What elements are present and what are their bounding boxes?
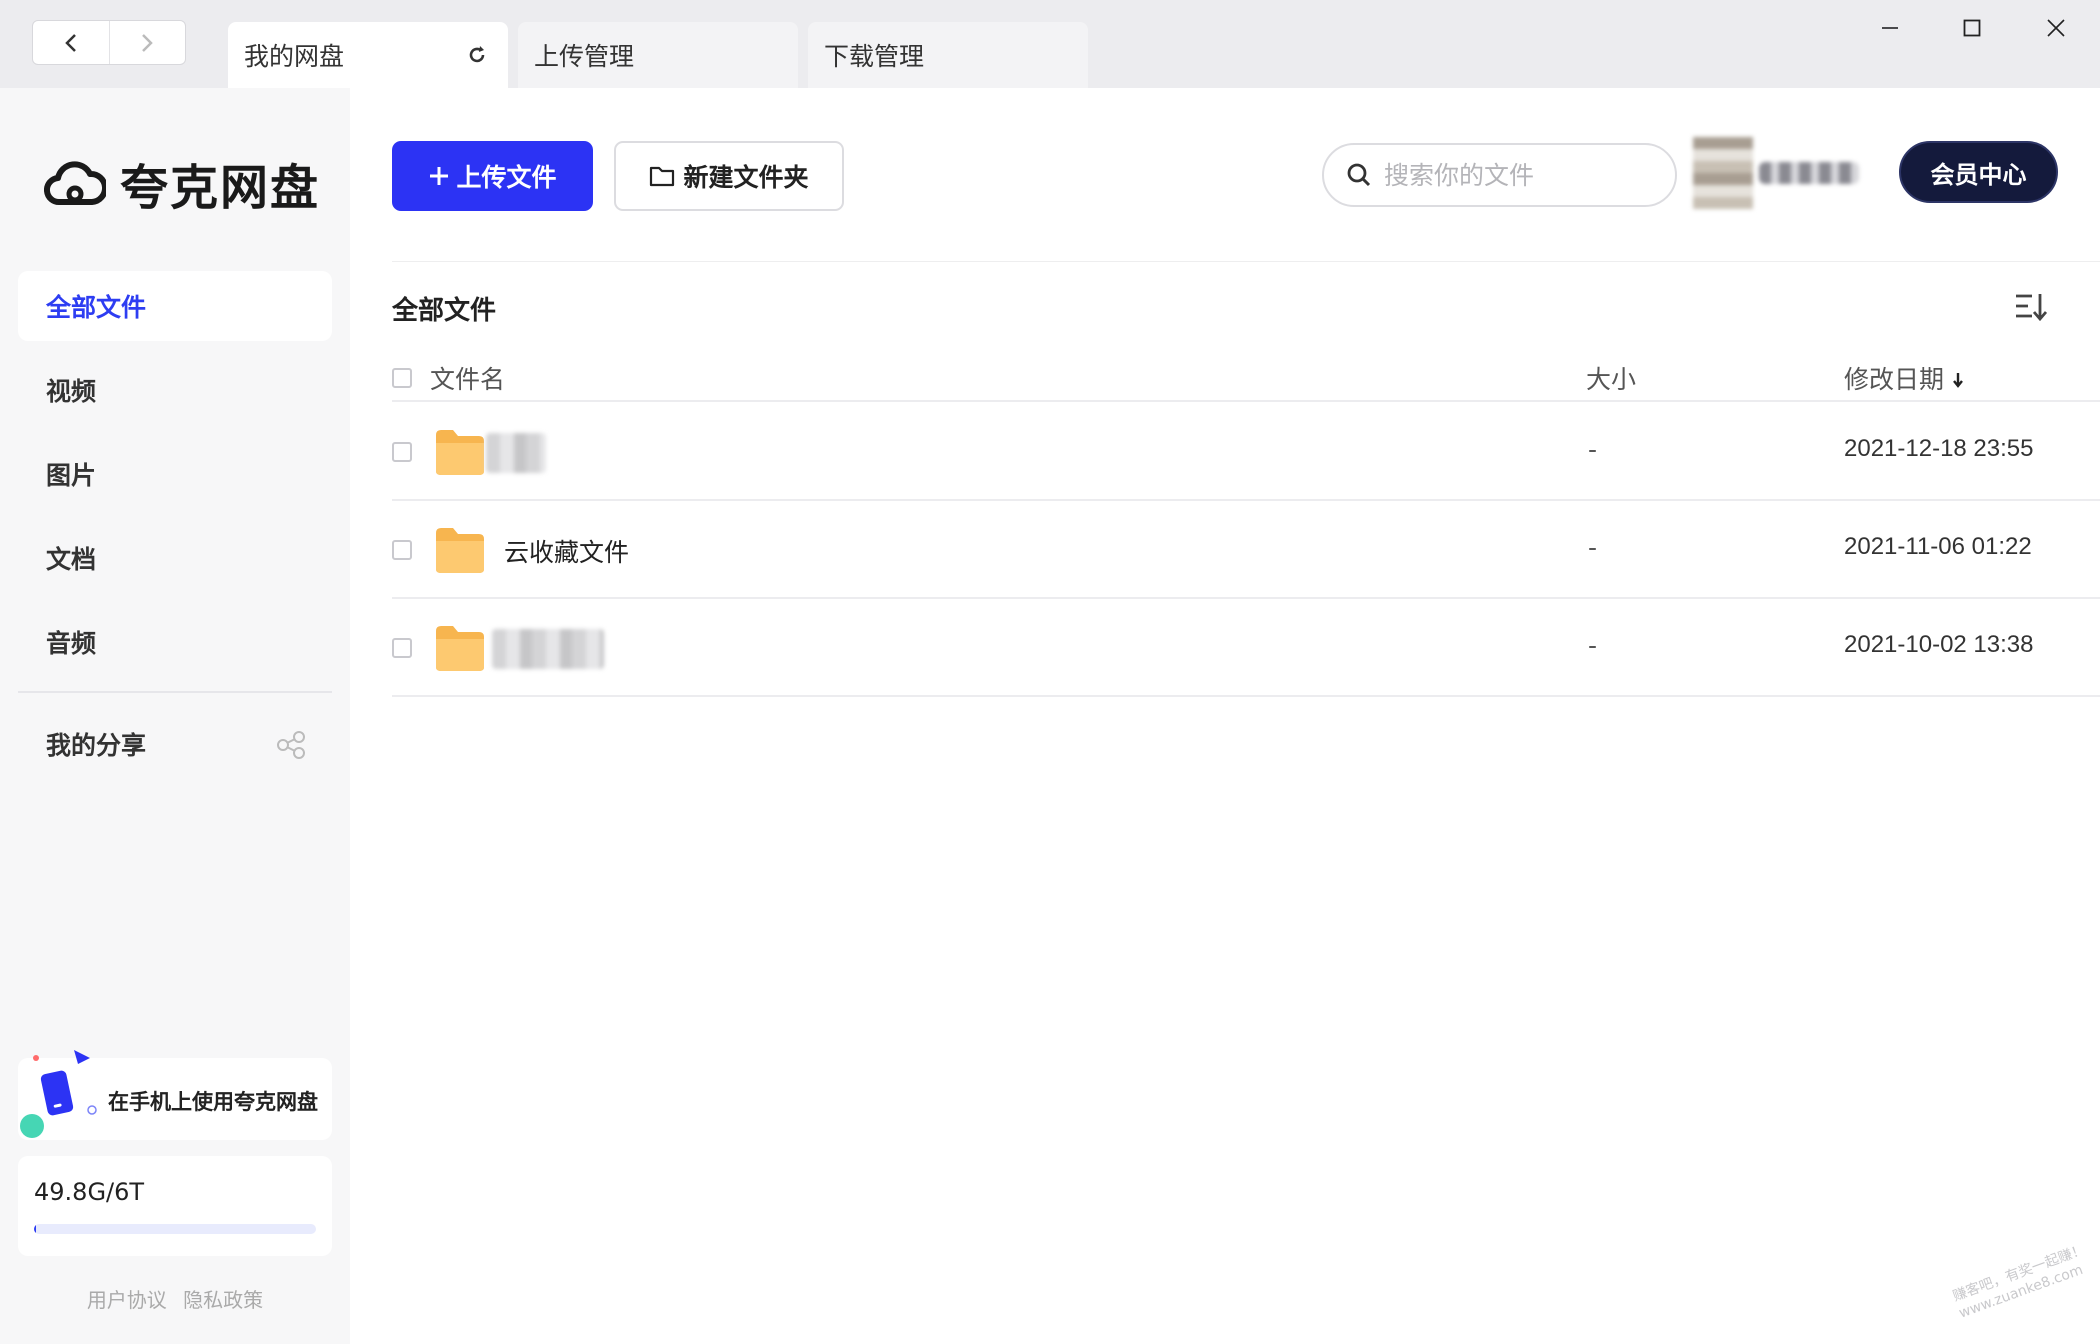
close-button[interactable]: [2026, 10, 2086, 46]
arrow-down-icon: [1953, 373, 1963, 388]
mobile-app-promo[interactable]: 在手机上使用夸克网盘: [18, 1050, 332, 1140]
column-name-header[interactable]: 文件名: [430, 360, 505, 396]
file-size: -: [1588, 533, 1598, 562]
new-folder-label: 新建文件夹: [683, 163, 809, 192]
sidebar-item-label: 视频: [46, 377, 97, 406]
new-folder-button[interactable]: 新建文件夹: [614, 141, 844, 211]
maximize-icon: [1963, 19, 1981, 37]
sidebar-item-video[interactable]: 视频: [18, 355, 332, 425]
sidebar-item-label: 图片: [46, 461, 97, 490]
storage-progress-fill: [34, 1224, 37, 1234]
folder-icon: [436, 430, 484, 475]
table-header: 文件名 大小 修改日期: [392, 356, 2100, 402]
minimize-button[interactable]: [1860, 10, 1920, 46]
back-button[interactable]: [33, 21, 109, 64]
file-date: 2021-11-06 01:22: [1844, 533, 2032, 560]
avatar-image: [1693, 137, 1753, 209]
share-icon: [277, 731, 305, 759]
column-size-header[interactable]: 大小: [1586, 360, 1636, 396]
folder-icon: [436, 528, 484, 573]
row-checkbox[interactable]: [392, 638, 412, 658]
cloud-logo-icon: [44, 161, 106, 206]
tab-label: 上传管理: [534, 42, 635, 71]
vip-center-button[interactable]: 会员中心: [1899, 141, 2058, 203]
sidebar-item-my-share[interactable]: 我的分享: [18, 709, 332, 779]
toolbar-divider: [392, 261, 2100, 262]
chevron-right-icon: [142, 33, 154, 52]
blurred-filename: [486, 433, 546, 473]
close-icon: [2047, 19, 2065, 37]
sidebar-divider: [18, 691, 332, 693]
sidebar-item-label: 我的分享: [46, 731, 147, 760]
column-date-header[interactable]: 修改日期: [1844, 360, 1964, 396]
vip-label: 会员中心: [1930, 160, 2027, 189]
refresh-icon[interactable]: [466, 44, 488, 66]
app-name: 夸克网盘: [120, 160, 321, 216]
search-box[interactable]: [1322, 143, 1677, 207]
history-nav: [32, 20, 186, 65]
storage-panel[interactable]: 49.8G/6T: [18, 1156, 332, 1256]
row-checkbox[interactable]: [392, 442, 412, 462]
tab-label: 下载管理: [824, 42, 925, 71]
app-logo: 夸克网盘: [44, 148, 320, 218]
upload-file-button[interactable]: 上传文件: [392, 141, 593, 211]
phone-illustration-icon: [20, 1050, 97, 1138]
footer-links: 用户协议 隐私政策: [0, 1284, 350, 1313]
tab-label: 我的网盘: [244, 42, 345, 71]
plus-icon: [430, 167, 449, 185]
sidebar-item-all-files[interactable]: 全部文件: [18, 271, 332, 341]
sidebar: 夸克网盘 全部文件 视频 图片 文档 音频 我的分享 在手机上使用夸克网盘 49…: [0, 88, 350, 1344]
column-date-label: 修改日期: [1844, 365, 1945, 394]
title-bar: 我的网盘 上传管理 下载管理: [0, 0, 2100, 88]
page-title: 全部文件: [392, 296, 497, 326]
file-date: 2021-10-02 13:38: [1844, 631, 2034, 658]
select-all-checkbox[interactable]: [392, 368, 412, 388]
watermark: 赚客吧，有奖一起赚！ www.zuanke8.com: [1950, 1237, 2100, 1322]
minimize-icon: [1882, 27, 1898, 29]
search-input[interactable]: [1384, 160, 1644, 190]
username-blurred: [1759, 162, 1859, 184]
table-row[interactable]: 云收藏文件 - 2021-11-06 01:22: [392, 501, 2100, 599]
file-date: 2021-12-18 23:55: [1844, 435, 2034, 462]
tab-download-manager[interactable]: 下载管理: [808, 22, 1088, 88]
chevron-left-icon: [64, 33, 76, 52]
sidebar-item-images[interactable]: 图片: [18, 439, 332, 509]
promo-text: 在手机上使用夸克网盘: [108, 1090, 318, 1114]
tab-my-drive[interactable]: 我的网盘: [228, 22, 508, 88]
folder-icon: [436, 626, 484, 671]
table-row[interactable]: - 2021-12-18 23:55: [392, 403, 2100, 501]
sidebar-item-label: 音频: [46, 629, 97, 658]
folder-outline-icon: [650, 166, 675, 187]
file-name[interactable]: 云收藏文件: [504, 533, 629, 569]
file-size: -: [1588, 435, 1598, 464]
sidebar-item-documents[interactable]: 文档: [18, 523, 332, 593]
privacy-policy-link[interactable]: 隐私政策: [183, 1288, 263, 1312]
upload-label: 上传文件: [456, 163, 557, 192]
blurred-filename: [492, 629, 604, 669]
sidebar-item-audio[interactable]: 音频: [18, 607, 332, 677]
table-row[interactable]: - 2021-10-02 13:38: [392, 599, 2100, 697]
user-agreement-link[interactable]: 用户协议: [87, 1288, 167, 1312]
sort-list-icon[interactable]: [2012, 290, 2050, 324]
file-size: -: [1588, 631, 1598, 660]
user-avatar[interactable]: [1693, 137, 1865, 209]
sidebar-item-label: 文档: [46, 545, 97, 574]
sidebar-item-label: 全部文件: [46, 293, 147, 322]
search-icon: [1347, 163, 1371, 187]
tab-upload-manager[interactable]: 上传管理: [518, 22, 798, 88]
maximize-button[interactable]: [1942, 10, 2002, 46]
storage-usage: 49.8G/6T: [34, 1178, 145, 1206]
forward-button[interactable]: [108, 21, 186, 64]
storage-progress-bar: [34, 1224, 316, 1234]
row-checkbox[interactable]: [392, 540, 412, 560]
